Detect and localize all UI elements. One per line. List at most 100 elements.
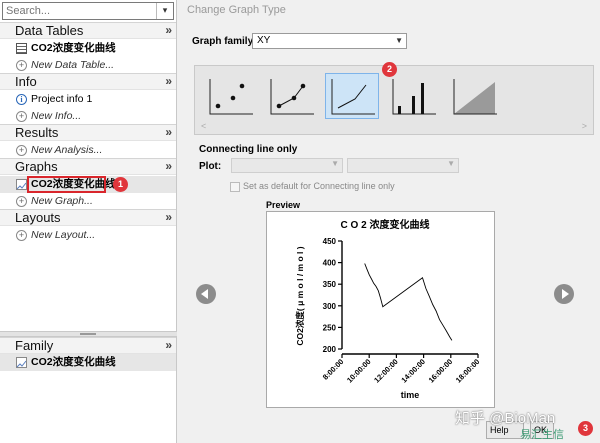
graph-icon (16, 357, 27, 368)
new-analysis-item[interactable]: + New Analysis... (0, 142, 176, 159)
x-tick-label: 18:00:00 (454, 357, 482, 385)
section-info[interactable]: Info » (0, 73, 176, 90)
data-table-item[interactable]: CO2浓度变化曲线 (0, 40, 176, 57)
item-label: New Data Table... (31, 59, 115, 71)
graph-type-spikes[interactable] (386, 73, 440, 119)
graph-family-select[interactable]: XY ▼ (252, 33, 407, 49)
collapse-chevron-icon[interactable]: » (165, 210, 172, 225)
collapse-chevron-icon[interactable]: » (165, 125, 172, 140)
x-axis-label: time (401, 390, 420, 400)
step-badge-2: 2 (382, 62, 397, 77)
section-family[interactable]: Family » (0, 337, 176, 354)
graph-type-points[interactable] (203, 73, 257, 119)
graph-family-label: Graph family: (192, 36, 257, 47)
new-data-table-item[interactable]: + New Data Table... (0, 57, 176, 74)
item-label: New Graph... (31, 195, 93, 207)
gallery-scrollbar[interactable]: < > (196, 121, 592, 133)
y-tick-label: 250 (323, 323, 337, 332)
search-box[interactable]: ▾ (2, 2, 174, 20)
x-tick-label: 8:00:00 (321, 357, 346, 382)
item-label: New Analysis... (31, 144, 103, 156)
new-layout-item[interactable]: + New Layout... (0, 227, 176, 244)
plot-select-1[interactable]: ▼ (231, 158, 343, 173)
collapse-chevron-icon[interactable]: » (165, 23, 172, 38)
chevron-down-icon: ▼ (395, 36, 403, 45)
change-graph-type-dialog: Change Graph Type Graph family: XY ▼ < >… (180, 0, 600, 443)
preview-label: Preview (266, 200, 301, 210)
section-title: Data Tables (15, 23, 84, 38)
chevron-down-icon: ▼ (331, 159, 339, 168)
chart-axes: 200 250 300 350 400 450 8:00:00 10:00:00 12:00:0… (321, 237, 482, 385)
spike-bars-icon (392, 79, 436, 115)
section-graphs[interactable]: Graphs » (0, 158, 176, 175)
y-tick-label: 350 (323, 280, 337, 289)
add-circle-icon: + (16, 196, 27, 207)
collapse-chevron-icon[interactable]: » (165, 338, 172, 353)
x-tick-label: 12:00:00 (372, 357, 400, 385)
area-fill-icon (453, 79, 497, 115)
add-circle-icon: + (16, 145, 27, 156)
add-circle-icon: + (16, 60, 27, 71)
collapse-chevron-icon[interactable]: » (165, 159, 172, 174)
item-label: CO2浓度变化曲线 (31, 356, 116, 368)
preview-chart: C O 2 浓度变化曲线 time CO2浓度( μ m o l / m o l… (295, 218, 482, 400)
navigator-panel: ▾ Data Tables » CO2浓度变化曲线 + New Data Tab… (0, 0, 177, 443)
set-default-checkbox[interactable] (230, 182, 240, 192)
section-title: Layouts (15, 210, 61, 225)
chevron-down-icon: ▼ (447, 159, 455, 168)
watermark: 知乎 @BioMan 易汇生信 (455, 407, 597, 441)
search-input[interactable] (3, 3, 153, 19)
splitter-grip-icon[interactable] (80, 333, 96, 335)
scroll-right-icon[interactable]: > (582, 121, 587, 131)
x-tick-label: 10:00:00 (345, 357, 373, 385)
search-dropdown-icon[interactable]: ▾ (156, 3, 173, 19)
graph-type-connecting-line[interactable] (325, 73, 379, 119)
line-points-icon (270, 79, 314, 115)
x-tick-label: 14:00:00 (399, 357, 427, 385)
section-layouts[interactable]: Layouts » (0, 209, 176, 226)
scroll-left-icon[interactable]: < (201, 121, 206, 131)
scatter-icon (209, 79, 253, 115)
line-only-icon (331, 79, 375, 115)
info-icon: i (16, 94, 27, 105)
graph-icon (16, 179, 27, 190)
item-label: Project info 1 (31, 93, 93, 105)
item-label: New Info... (31, 110, 82, 122)
new-info-item[interactable]: + New Info... (0, 108, 176, 125)
graph-type-points-line[interactable] (264, 73, 318, 119)
family-graph-item[interactable]: CO2浓度变化曲线 (0, 354, 176, 371)
step-badge-1: 1 (113, 177, 128, 192)
graph-family-value: XY (257, 35, 271, 46)
section-results[interactable]: Results » (0, 124, 176, 141)
previous-type-button[interactable] (196, 284, 216, 304)
table-icon (16, 43, 27, 54)
project-info-item[interactable]: i Project info 1 (0, 91, 176, 108)
section-data-tables[interactable]: Data Tables » (0, 22, 176, 39)
watermark-text: 知乎 @BioMan (455, 410, 556, 427)
y-tick-label: 300 (323, 302, 337, 311)
set-default-label: Set as default for Connecting line only (243, 181, 395, 191)
plot-label: Plot: (199, 161, 222, 172)
add-circle-icon: + (16, 111, 27, 122)
item-label: New Layout... (31, 229, 96, 241)
highlight-box (27, 176, 106, 193)
section-title: Info (15, 74, 37, 89)
collapse-chevron-icon[interactable]: » (165, 74, 172, 89)
chart-marks (364, 263, 453, 341)
watermark-subtext: 易汇生信 (520, 429, 564, 441)
x-tick-label: 16:00:00 (427, 357, 455, 385)
y-tick-label: 200 (323, 345, 337, 354)
next-type-button[interactable] (554, 284, 574, 304)
y-tick-label: 400 (323, 259, 337, 268)
chart-title: C O 2 浓度变化曲线 (341, 218, 430, 231)
section-title: Family (15, 338, 54, 353)
new-graph-item[interactable]: + New Graph... (0, 193, 176, 210)
y-axis-label: CO2浓度( μ m o l / m o l ) (295, 246, 305, 345)
series-line (364, 263, 453, 341)
section-title: Results (15, 125, 59, 140)
y-tick-label: 450 (323, 237, 337, 246)
graph-type-area[interactable] (447, 73, 501, 119)
section-title: Connecting line only (199, 144, 298, 155)
section-title: Graphs (15, 159, 58, 174)
plot-select-2[interactable]: ▼ (347, 158, 459, 173)
